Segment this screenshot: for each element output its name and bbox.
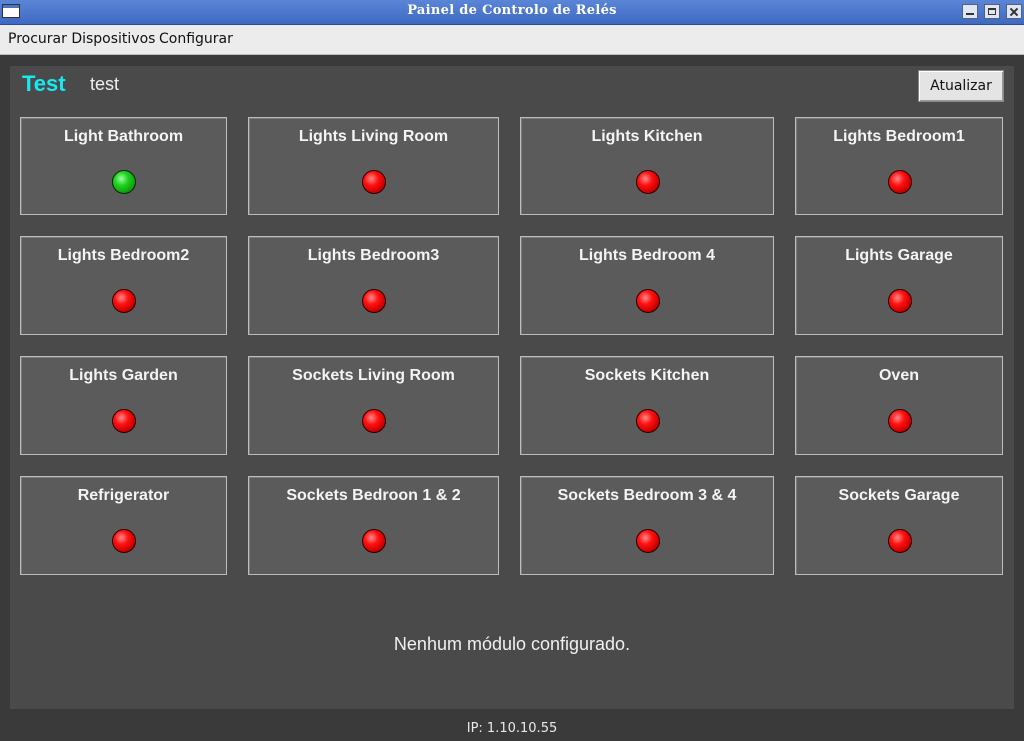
relay-card[interactable]: Lights Bedroom3	[248, 236, 499, 335]
led-indicator-icon	[362, 409, 386, 433]
relay-label: Lights Kitchen	[591, 128, 703, 145]
led-indicator-icon	[888, 289, 912, 313]
close-icon[interactable]	[1006, 4, 1022, 19]
relay-label: Sockets Bedroom 3 & 4	[557, 487, 737, 504]
relay-card[interactable]: Lights Bedroom 4	[520, 236, 774, 335]
status-message: Nenhum módulo configurado.	[393, 634, 631, 654]
relay-label: Lights Bedroom 4	[578, 247, 715, 264]
menu-item-procurar-dispositivos[interactable]: Procurar Dispositivos	[8, 31, 155, 47]
relay-card[interactable]: Refrigerator	[20, 476, 227, 575]
led-indicator-icon	[362, 529, 386, 553]
title-bar: Painel de Controlo de Relés	[0, 0, 1024, 25]
relay-card[interactable]: Sockets Living Room	[248, 356, 499, 455]
relay-panel: Test test Atualizar Light Bathroom Light…	[10, 66, 1014, 709]
menu-item-configurar[interactable]: Configurar	[159, 31, 233, 47]
relay-card[interactable]: Lights Living Room	[248, 117, 499, 215]
led-indicator-icon	[888, 409, 912, 433]
relay-label: Lights Living Room	[298, 128, 449, 145]
relay-card[interactable]: Lights Kitchen	[520, 117, 774, 215]
led-indicator-icon	[636, 529, 660, 553]
led-indicator-icon	[362, 289, 386, 313]
relay-card[interactable]: Lights Bedroom2	[20, 236, 227, 335]
led-indicator-icon	[636, 289, 660, 313]
relay-label: Refrigerator	[77, 487, 170, 504]
relay-label: Sockets Living Room	[292, 367, 455, 384]
led-indicator-icon	[112, 289, 136, 313]
relay-label: Lights Bedroom2	[57, 247, 190, 264]
led-indicator-icon	[112, 409, 136, 433]
relay-card[interactable]: Sockets Garage	[795, 476, 1003, 575]
relay-label: Sockets Kitchen	[584, 367, 710, 384]
relay-label: Lights Garden	[69, 367, 178, 384]
relay-label: Sockets Garage	[838, 487, 960, 504]
module-name: Test	[22, 71, 66, 96]
led-indicator-icon	[636, 409, 660, 433]
relay-label: Lights Garage	[845, 247, 953, 264]
relay-label: Lights Bedroom3	[307, 247, 440, 264]
relay-label: Sockets Bedroon 1 & 2	[286, 487, 461, 504]
ip-address: IP: 1.10.10.55	[466, 721, 558, 736]
relay-card[interactable]: Lights Garage	[795, 236, 1003, 335]
refresh-button[interactable]: Atualizar	[918, 70, 1004, 102]
menu-bar: Procurar Dispositivos Configurar	[0, 25, 1024, 55]
led-indicator-icon	[112, 170, 136, 194]
relay-label: Lights Bedroom1	[833, 128, 965, 145]
maximize-icon[interactable]	[984, 4, 1000, 19]
relay-label: Light Bathroom	[63, 128, 184, 145]
led-indicator-icon	[888, 529, 912, 553]
minimize-icon[interactable]	[962, 4, 978, 19]
relay-card[interactable]: Light Bathroom	[20, 117, 227, 215]
relay-label: Oven	[878, 367, 919, 384]
led-indicator-icon	[112, 529, 136, 553]
relay-card[interactable]: Lights Bedroom1	[795, 117, 1003, 215]
relay-card[interactable]: Sockets Bedroom 3 & 4	[520, 476, 774, 575]
relay-card[interactable]: Lights Garden	[20, 356, 227, 455]
module-id: test	[90, 74, 120, 94]
relay-card[interactable]: Oven	[795, 356, 1003, 455]
relay-card[interactable]: Sockets Bedroon 1 & 2	[248, 476, 499, 575]
relay-card[interactable]: Sockets Kitchen	[520, 356, 774, 455]
led-indicator-icon	[362, 170, 386, 194]
led-indicator-icon	[636, 170, 660, 194]
window-title: Painel de Controlo de Relés	[407, 3, 617, 18]
led-indicator-icon	[888, 170, 912, 194]
